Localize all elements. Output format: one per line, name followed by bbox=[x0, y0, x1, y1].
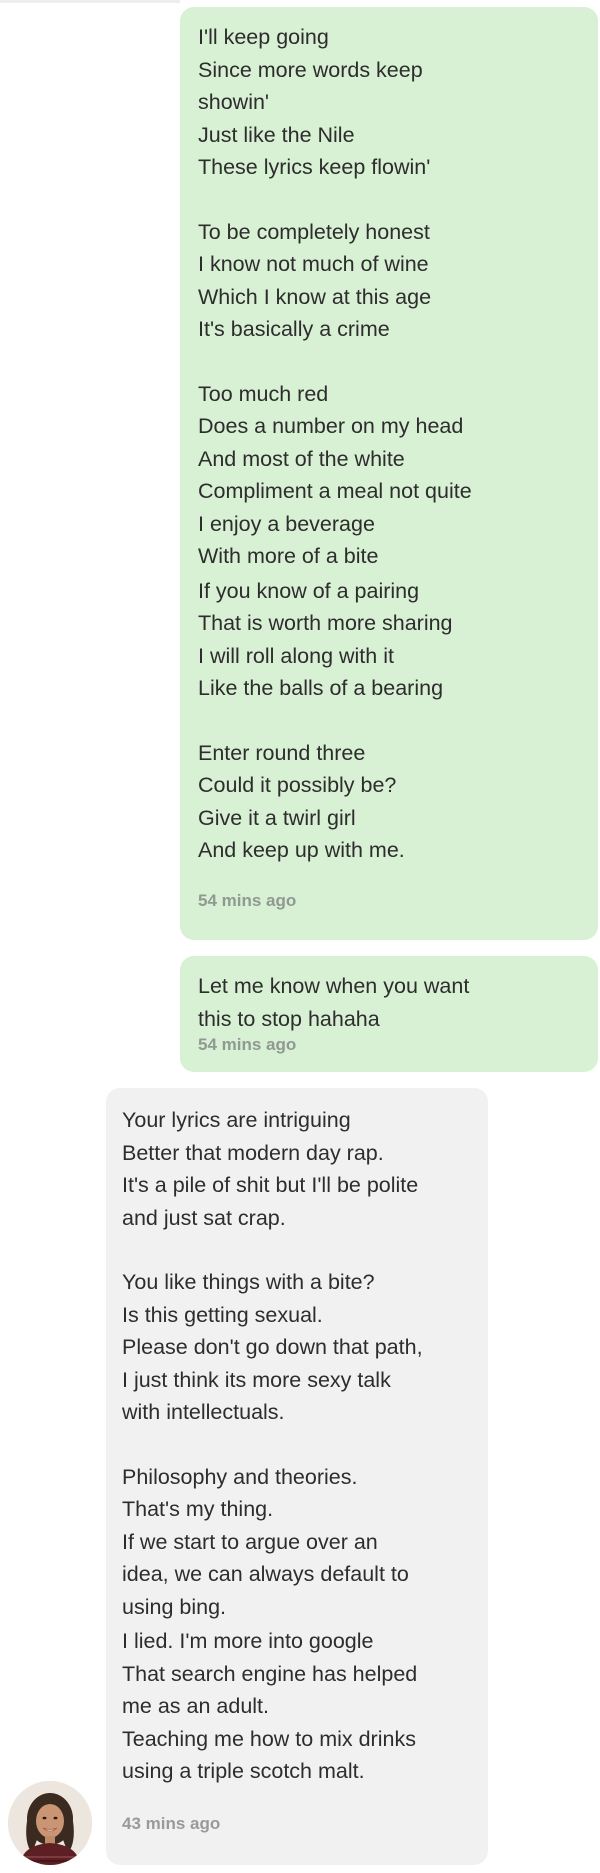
message-line: Give it a twirl girl bbox=[198, 805, 356, 830]
message-line: It's a pile of shit but I'll be polite bbox=[122, 1173, 419, 1197]
message-line: Could it possibly be? bbox=[198, 773, 397, 797]
message-line: I'll keep going bbox=[198, 25, 329, 49]
top-divider bbox=[0, 0, 180, 3]
message-line: with intellectuals. bbox=[122, 1400, 285, 1424]
message-stanza: I'll keep going Since more words keep sh… bbox=[198, 21, 580, 184]
message-line: using a triple scotch malt. bbox=[122, 1759, 365, 1783]
message-line: Since more words keep bbox=[198, 57, 423, 82]
message-line: Just like the Nile bbox=[198, 122, 355, 147]
message-stanza: To be completely honest I know not much … bbox=[198, 216, 580, 346]
message-line: Better that modern day rap. bbox=[122, 1140, 384, 1165]
contact-avatar-photo-icon bbox=[8, 1781, 92, 1865]
message-line: And most of the white bbox=[198, 446, 405, 471]
message-line: I will roll along with it bbox=[198, 643, 394, 668]
message-line: If we start to argue over an bbox=[122, 1529, 378, 1554]
message-stanza: Your lyrics are intriguing Better that m… bbox=[122, 1104, 472, 1234]
message-timestamp: 43 mins ago bbox=[122, 1813, 221, 1833]
message-stanza: Philosophy and theories. That's my thing… bbox=[122, 1461, 472, 1624]
message-line: I just think its more sexy talk bbox=[122, 1367, 391, 1392]
message-line: Your lyrics are intriguing bbox=[122, 1108, 351, 1132]
message-line: Which I know at this age bbox=[198, 284, 432, 309]
message-stanza: I lied. I'm more into google That search… bbox=[122, 1625, 472, 1788]
message-timestamp: 54 mins ago bbox=[198, 890, 297, 910]
message-stanza: If you know of a pairing That is worth m… bbox=[198, 575, 580, 705]
message-line: this to stop hahaha bbox=[198, 1006, 380, 1031]
received-message-bubble[interactable]: Your lyrics are intriguing Better that m… bbox=[106, 1088, 488, 1865]
message-line: That's my thing. bbox=[122, 1497, 274, 1521]
message-line: With more of a bite bbox=[198, 544, 379, 568]
message-line: Please don't go down that path, bbox=[122, 1335, 423, 1359]
message-stanza: Too much red Does a number on my head An… bbox=[198, 378, 580, 573]
message-line: These lyrics keep flowin' bbox=[198, 155, 431, 179]
message-timestamp: 54 mins ago bbox=[198, 1035, 297, 1054]
message-line: and just sat crap. bbox=[122, 1205, 286, 1230]
message-line: If you know of a pairing bbox=[198, 578, 420, 603]
message-stanza: You like things with a bite? Is this get… bbox=[122, 1266, 472, 1429]
message-line: And keep up with me. bbox=[198, 838, 405, 862]
message-line: That search engine has helped bbox=[122, 1661, 418, 1686]
message-line: using bing. bbox=[122, 1594, 226, 1619]
message-line: me as an adult. bbox=[122, 1694, 270, 1718]
message-line: Too much red bbox=[198, 381, 329, 406]
message-line: Let me know when you want bbox=[198, 974, 470, 998]
message-line: Compliment a meal not quite bbox=[198, 479, 472, 503]
message-line: idea, we can always default to bbox=[122, 1562, 409, 1586]
message-line: It's basically a crime bbox=[198, 317, 390, 341]
message-line: I know not much of wine bbox=[198, 252, 429, 276]
message-line: Teaching me how to mix drinks bbox=[122, 1726, 416, 1751]
message-line: You like things with a bite? bbox=[122, 1270, 375, 1294]
message-line: showin' bbox=[198, 90, 270, 114]
message-line: Enter round three bbox=[198, 740, 366, 765]
message-stanza: Enter round three Could it possibly be? … bbox=[198, 737, 580, 867]
message-stanza: Let me know when you want this to stop h… bbox=[198, 970, 580, 1035]
message-line: Does a number on my head bbox=[198, 414, 464, 438]
message-line: Philosophy and theories. bbox=[122, 1464, 358, 1489]
sent-message-bubble[interactable]: Let me know when you want this to stop h… bbox=[180, 956, 598, 1072]
message-line: Is this getting sexual. bbox=[122, 1302, 323, 1327]
sent-message-bubble[interactable]: I'll keep going Since more words keep sh… bbox=[180, 7, 598, 940]
message-line: To be completely honest bbox=[198, 219, 430, 244]
message-line: That is worth more sharing bbox=[198, 611, 453, 635]
message-line: Like the balls of a bearing bbox=[198, 676, 444, 700]
contact-avatar[interactable] bbox=[8, 1781, 92, 1865]
message-line: I lied. I'm more into google bbox=[122, 1629, 374, 1653]
message-line: I enjoy a beverage bbox=[198, 511, 375, 536]
